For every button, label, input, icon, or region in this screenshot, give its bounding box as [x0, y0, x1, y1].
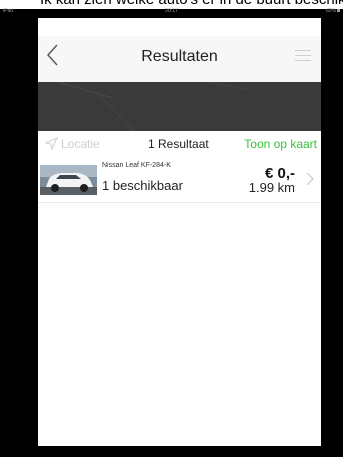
filter-bar: Locatie 1 Resultaat Toon op kaart	[38, 131, 321, 157]
navigation-bar: Resultaten	[38, 36, 321, 82]
app-screen: Resultaten Locatie 1 Resultaat Toon op k…	[38, 18, 321, 446]
location-button[interactable]: Locatie	[44, 136, 100, 153]
map-streets-graphic	[57, 82, 249, 131]
car-image-icon	[40, 165, 97, 195]
hamburger-menu-icon[interactable]	[295, 48, 311, 62]
car-thumbnail	[40, 165, 97, 195]
status-bar: iPad 20:17 62%	[0, 7, 343, 17]
chevron-right-icon	[306, 172, 314, 186]
battery-level: 62%	[325, 8, 336, 14]
location-label: Locatie	[61, 137, 100, 151]
battery-indicator: 62%	[326, 8, 340, 14]
battery-icon	[337, 9, 340, 12]
clock: 20:17	[165, 8, 178, 14]
result-row[interactable]: Nissan Leaf KF-284-K 1 beschikbaar € 0,-…	[38, 158, 321, 203]
car-availability: 1 beschikbaar	[102, 178, 183, 193]
result-count: 1 Resultaat	[148, 137, 209, 151]
page-title: Resultaten	[141, 48, 218, 65]
location-arrow-icon	[44, 136, 59, 151]
car-distance: 1.99 km	[248, 180, 295, 195]
results-list: Nissan Leaf KF-284-K 1 beschikbaar € 0,-…	[38, 158, 321, 203]
car-name: Nissan Leaf KF-284-K	[102, 162, 171, 169]
map-preview[interactable]	[38, 82, 321, 131]
show-on-map-link[interactable]: Toon op kaart	[244, 137, 317, 151]
